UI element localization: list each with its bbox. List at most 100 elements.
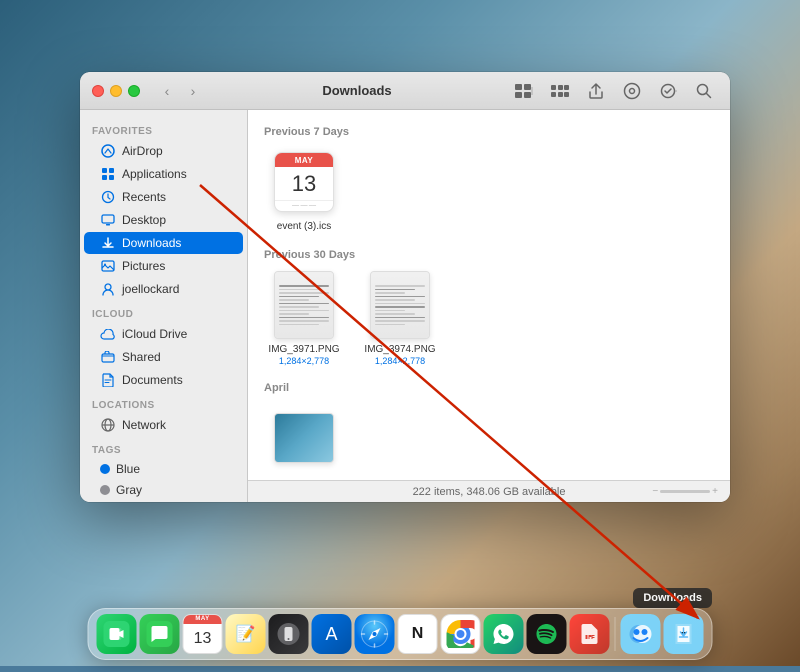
close-button[interactable] <box>92 85 104 97</box>
status-text: 222 items, 348.06 GB available <box>413 486 566 498</box>
nav-buttons: ‹ › <box>156 80 204 102</box>
icloud-drive-label: iCloud Drive <box>122 327 187 341</box>
dock-item-calendar[interactable]: MAY 13 Calendar <box>183 614 223 654</box>
finder-window: ‹ › Downloads <box>80 72 730 502</box>
file-item-img3971[interactable]: IMG_3971.PNG 1,284×2,778 <box>264 271 344 366</box>
dock-item-spotify[interactable]: Spotify <box>527 614 567 654</box>
file-item-img3974[interactable]: IMG_3974.PNG 1,284×2,778 <box>360 271 440 366</box>
dock-item-facetime[interactable]: FaceTime <box>97 614 137 654</box>
traffic-lights <box>92 85 140 97</box>
img3971-sublabel: 1,284×2,778 <box>279 356 329 366</box>
network-label: Network <box>122 418 166 432</box>
recents-label: Recents <box>122 190 166 204</box>
applications-label: Applications <box>122 167 187 181</box>
file-grid-7days: MAY 13 ── ── ── event (3).ics <box>264 148 714 233</box>
dock-item-whatsapp[interactable]: WhatsApp <box>484 614 524 654</box>
desktop-label: Desktop <box>122 213 166 227</box>
documents-label: Documents <box>122 373 183 387</box>
sidebar-item-tag-blue[interactable]: Blue <box>84 459 243 479</box>
tag-button[interactable] <box>618 80 646 102</box>
sidebar-item-recents[interactable]: Recents <box>84 186 243 208</box>
dock-separator <box>615 617 616 651</box>
sidebar-item-documents[interactable]: Documents <box>84 369 243 391</box>
share-dropdown-button[interactable] <box>654 80 682 102</box>
event-ics-label: event (3).ics <box>277 220 331 233</box>
sidebar-item-user[interactable]: joellockard <box>84 278 243 300</box>
icloud-drive-icon <box>100 326 116 342</box>
file-item-event-ics[interactable]: MAY 13 ── ── ── event (3).ics <box>264 148 344 233</box>
dock-item-notion[interactable]: N Notion <box>398 614 438 654</box>
finder-body: Favorites AirDrop <box>80 110 730 502</box>
sidebar-item-airdrop[interactable]: AirDrop <box>84 140 243 162</box>
downloads-icon <box>100 235 116 251</box>
network-icon <box>100 417 116 433</box>
share-button[interactable] <box>582 80 610 102</box>
calendar-month: MAY <box>275 153 333 167</box>
img3971-icon <box>270 271 338 339</box>
desktop-icon <box>100 212 116 228</box>
shared-label: Shared <box>122 350 161 364</box>
main-content: Previous 7 Days MAY 13 ── ── ── event (3… <box>248 110 730 480</box>
sidebar-item-network[interactable]: Network <box>84 414 243 436</box>
search-button[interactable] <box>690 80 718 102</box>
dock-item-finder[interactable]: Finder <box>621 614 661 654</box>
sidebar-item-applications[interactable]: Applications <box>84 163 243 185</box>
airdrop-icon <box>100 143 116 159</box>
shared-icon <box>100 349 116 365</box>
sidebar-item-tag-green[interactable]: Green <box>84 501 243 502</box>
locations-header: Locations <box>80 392 247 413</box>
dock-item-downloads[interactable]: Downloads <box>664 614 704 654</box>
downloads-label: Downloads <box>122 236 181 250</box>
img3974-label: IMG_3974.PNG <box>364 343 435 356</box>
sidebar-item-desktop[interactable]: Desktop <box>84 209 243 231</box>
window-title: Downloads <box>212 83 502 98</box>
blue-tag-label: Blue <box>116 462 140 476</box>
documents-icon <box>100 372 116 388</box>
user-icon <box>100 281 116 297</box>
dock-item-messages[interactable]: Messages <box>140 614 180 654</box>
view-list-button[interactable] <box>546 80 574 102</box>
maximize-button[interactable] <box>128 85 140 97</box>
dock-item-appstore[interactable]: A App Store <box>312 614 352 654</box>
zoom-slider[interactable]: − + <box>652 486 718 497</box>
dock-item-phone[interactable]: System Settings <box>269 614 309 654</box>
img3974-icon <box>366 271 434 339</box>
dock-item-chrome[interactable]: Chrome <box>441 614 481 654</box>
sidebar-item-shared[interactable]: Shared <box>84 346 243 368</box>
img3974-sublabel: 1,284×2,778 <box>375 356 425 366</box>
calendar-day: 13 <box>275 167 333 200</box>
tags-header: Tags <box>80 437 247 458</box>
section-header-7days: Previous 7 Days <box>264 126 714 138</box>
file-item-april-photo[interactable] <box>264 404 344 476</box>
back-button[interactable]: ‹ <box>156 80 178 102</box>
dock-item-safari[interactable]: Safari <box>355 614 395 654</box>
sidebar-item-downloads[interactable]: Downloads <box>84 232 243 254</box>
favorites-header: Favorites <box>80 118 247 139</box>
minimize-button[interactable] <box>110 85 122 97</box>
status-bar: 222 items, 348.06 GB available − + <box>248 480 730 502</box>
toolbar-right <box>510 80 718 102</box>
sidebar-item-pictures[interactable]: Pictures <box>84 255 243 277</box>
dock-item-pdf[interactable]: PDF Expert <box>570 614 610 654</box>
icloud-header: iCloud <box>80 301 247 322</box>
section-header-april: April <box>264 382 714 394</box>
view-grid-button[interactable] <box>510 80 538 102</box>
pictures-icon <box>100 258 116 274</box>
dock: FaceTime Messages MAY 13 Calendar 📝 Note… <box>88 608 713 660</box>
forward-button[interactable]: › <box>182 80 204 102</box>
user-label: joellockard <box>122 282 179 296</box>
sidebar-item-tag-gray[interactable]: Gray <box>84 480 243 500</box>
sidebar: Favorites AirDrop <box>80 110 248 502</box>
event-ics-icon: MAY 13 ── ── ── <box>270 148 338 216</box>
applications-icon <box>100 166 116 182</box>
april-photo-icon <box>270 404 338 472</box>
gray-tag-dot <box>100 485 110 495</box>
recents-icon <box>100 189 116 205</box>
blue-tag-dot <box>100 464 110 474</box>
sidebar-item-icloud-drive[interactable]: iCloud Drive <box>84 323 243 345</box>
calendar-footer: ── ── ── <box>275 200 333 211</box>
airdrop-label: AirDrop <box>122 144 163 158</box>
dock-item-notes[interactable]: 📝 Notes <box>226 614 266 654</box>
gray-tag-label: Gray <box>116 483 142 497</box>
section-header-30days: Previous 30 Days <box>264 249 714 261</box>
